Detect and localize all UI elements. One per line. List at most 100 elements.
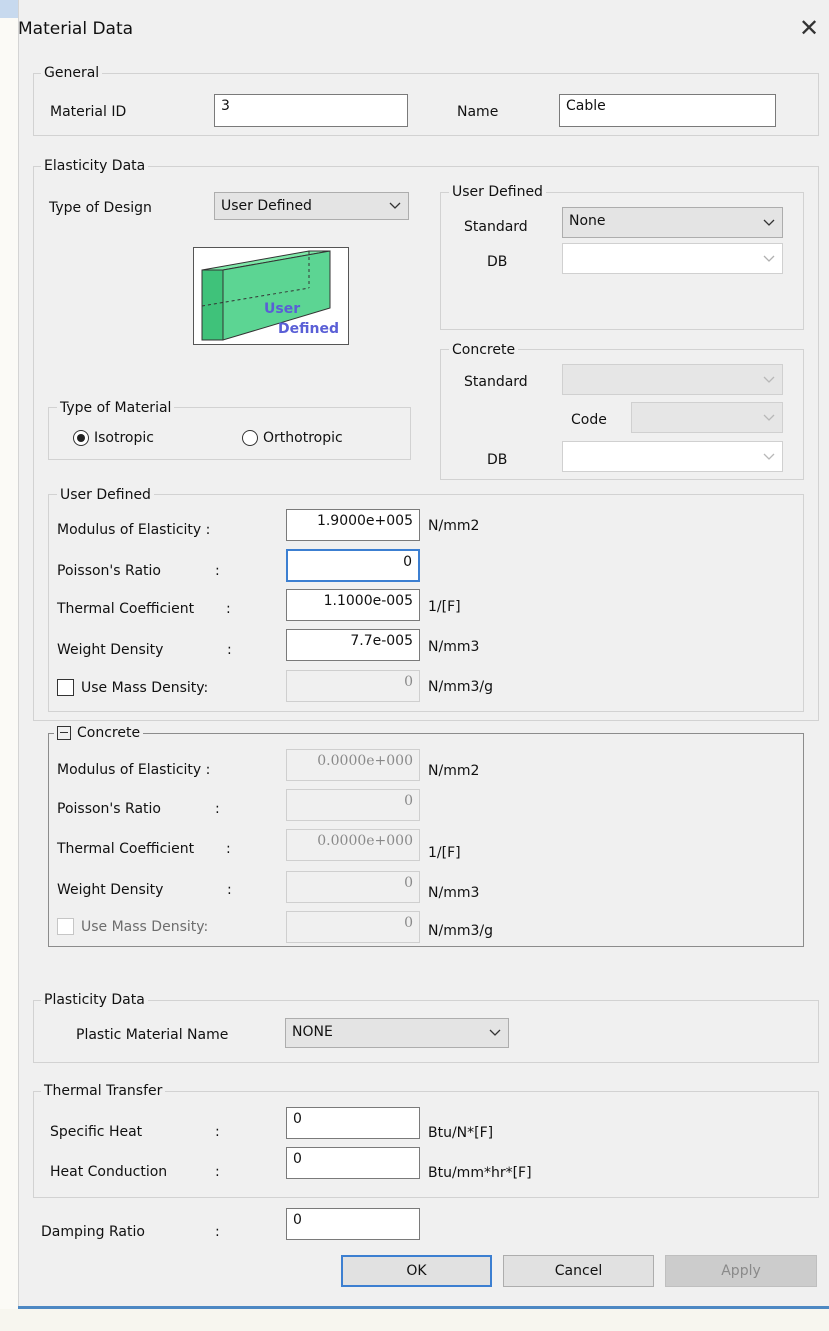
ud-weight-unit: N/mm3 [428, 639, 480, 655]
user-defined-props-legend: User Defined [57, 486, 154, 504]
user-defined-standard-label: Standard [464, 219, 528, 235]
damping-ratio-colon: : [215, 1224, 220, 1240]
ud-weight-input[interactable]: 7.7e-005 [286, 629, 420, 661]
ud-weight-label: Weight Density [57, 642, 164, 658]
plasticity-legend: Plasticity Data [41, 991, 148, 1009]
ud-mass-density-input[interactable]: 0 [286, 670, 420, 702]
general-legend: General [41, 64, 103, 82]
cp-mass-density-label: Use Mass Density: [81, 919, 209, 935]
isotropic-radio[interactable] [73, 430, 89, 446]
user-defined-db-select[interactable] [562, 243, 783, 274]
cp-modulus-label: Modulus of Elasticity : [57, 762, 211, 778]
ud-thermal-colon: : [226, 601, 231, 617]
material-id-input[interactable]: 3 [214, 94, 408, 127]
chevron-down-icon [489, 1019, 503, 1047]
thermal-transfer-legend: Thermal Transfer [41, 1082, 166, 1100]
ud-mass-density-checkbox[interactable] [57, 679, 74, 696]
ud-poisson-colon: : [215, 563, 220, 579]
chevron-down-icon [389, 193, 403, 219]
cp-mass-density-unit: N/mm3/g [428, 923, 493, 939]
ud-weight-colon: : [227, 642, 232, 658]
ud-modulus-label: Modulus of Elasticity : [57, 522, 211, 538]
close-icon[interactable]: ✕ [795, 14, 823, 42]
material-data-dialog: Material Data ✕ General Material ID 3 Na… [0, 0, 829, 1331]
chevron-down-icon [763, 208, 777, 237]
ud-thermal-unit: 1/[F] [428, 599, 461, 615]
corner-decoration [0, 0, 18, 18]
plastic-material-value: NONE [292, 1024, 333, 1040]
cp-mass-density-input[interactable]: 0 [286, 911, 420, 943]
cp-thermal-unit: 1/[F] [428, 845, 461, 861]
plastic-material-label: Plastic Material Name [76, 1027, 229, 1043]
type-of-design-value: User Defined [221, 198, 312, 214]
chevron-down-icon [763, 365, 777, 394]
cp-modulus-unit: N/mm2 [428, 763, 480, 779]
damping-ratio-input[interactable]: 0 [286, 1208, 420, 1240]
ok-button[interactable]: OK [341, 1255, 492, 1287]
cancel-button[interactable]: Cancel [503, 1255, 654, 1287]
concrete-code-select[interactable] [631, 402, 783, 433]
plastic-material-select[interactable]: NONE [285, 1018, 509, 1048]
collapse-icon[interactable] [57, 726, 71, 740]
ud-thermal-label: Thermal Coefficient [57, 601, 195, 617]
specific-heat-input[interactable]: 0 [286, 1107, 420, 1139]
design-image-text-2: Defined [278, 321, 339, 337]
chevron-down-icon [763, 244, 777, 273]
user-defined-db-label: DB [487, 254, 508, 270]
design-image-text-1: User [264, 301, 300, 317]
specific-heat-unit: Btu/N*[F] [428, 1125, 494, 1141]
ud-mass-density-unit: N/mm3/g [428, 679, 493, 695]
type-of-design-select[interactable]: User Defined [214, 192, 409, 220]
heat-conduction-unit: Btu/mm*hr*[F] [428, 1165, 532, 1181]
chevron-down-icon [763, 442, 777, 471]
concrete-db-label: DB [487, 452, 508, 468]
heat-conduction-label: Heat Conduction [50, 1164, 168, 1180]
ud-thermal-input[interactable]: 1.1000e-005 [286, 589, 420, 621]
apply-button[interactable]: Apply [665, 1255, 817, 1287]
cp-poisson-label: Poisson's Ratio [57, 801, 161, 817]
cp-thermal-input[interactable]: 0.0000e+000 [286, 829, 420, 861]
concrete-code-label: Code [571, 412, 607, 428]
design-type-image: User Defined [193, 247, 349, 345]
thermal-transfer-group [33, 1091, 819, 1198]
concrete-standard-label: Standard [464, 374, 528, 390]
cp-poisson-input[interactable]: 0 [286, 789, 420, 821]
heat-conduction-input[interactable]: 0 [286, 1147, 420, 1179]
orthotropic-radio[interactable] [242, 430, 258, 446]
cp-weight-input[interactable]: 0 [286, 871, 420, 903]
background-band [0, 1309, 829, 1331]
heat-conduction-colon: : [215, 1164, 220, 1180]
chevron-down-icon [763, 403, 777, 432]
ud-poisson-label: Poisson's Ratio [57, 563, 161, 579]
type-of-material-legend: Type of Material [57, 399, 175, 417]
cp-mass-density-checkbox[interactable] [57, 918, 74, 935]
user-defined-standard-select[interactable]: None [562, 207, 783, 238]
material-id-label: Material ID [50, 104, 127, 120]
concrete-standard-legend: Concrete [449, 341, 519, 359]
specific-heat-colon: : [215, 1124, 220, 1140]
cp-weight-unit: N/mm3 [428, 885, 480, 901]
cp-weight-colon: : [227, 882, 232, 898]
name-input[interactable]: Cable [559, 94, 776, 127]
orthotropic-label[interactable]: Orthotropic [263, 429, 343, 447]
ud-modulus-input[interactable]: 1.9000e+005 [286, 509, 420, 541]
cp-poisson-colon: : [215, 801, 220, 817]
type-of-design-label: Type of Design [49, 200, 152, 216]
window-title: Material Data [18, 19, 134, 39]
damping-ratio-label: Damping Ratio [41, 1224, 145, 1240]
user-defined-standard-legend: User Defined [449, 183, 546, 201]
cp-thermal-colon: : [226, 841, 231, 857]
ud-modulus-unit: N/mm2 [428, 518, 480, 534]
cp-thermal-label: Thermal Coefficient [57, 841, 195, 857]
ud-mass-density-label[interactable]: Use Mass Density: [81, 679, 208, 697]
isotropic-label[interactable]: Isotropic [94, 429, 154, 447]
concrete-props-legend: Concrete [77, 725, 141, 741]
ud-poisson-input[interactable]: 0 [286, 549, 420, 582]
cp-modulus-input[interactable]: 0.0000e+000 [286, 749, 420, 781]
name-label: Name [457, 104, 499, 120]
specific-heat-label: Specific Heat [50, 1124, 143, 1140]
concrete-props-legend-wrap: Concrete [54, 724, 144, 744]
concrete-standard-select[interactable] [562, 364, 783, 395]
concrete-db-select[interactable] [562, 441, 783, 472]
elasticity-legend: Elasticity Data [41, 157, 149, 175]
